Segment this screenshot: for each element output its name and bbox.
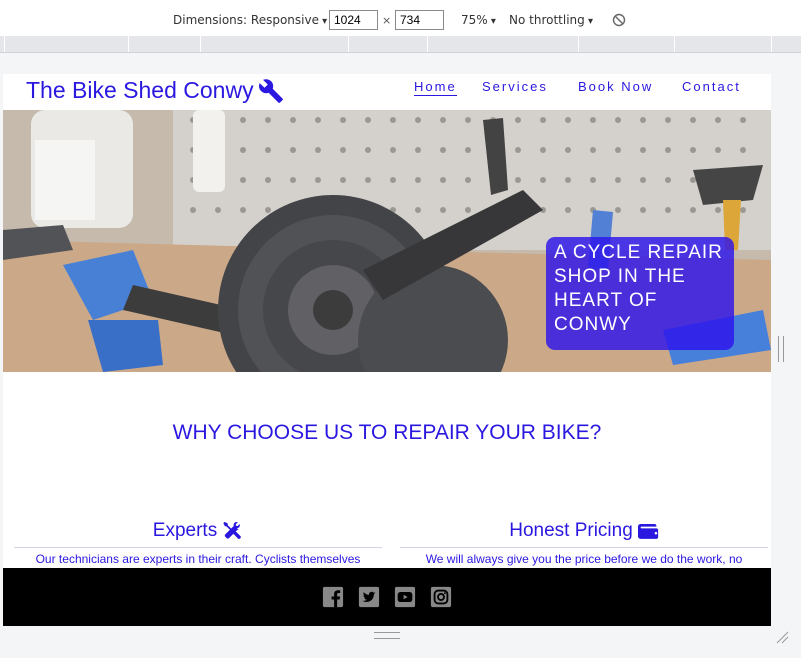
instagram-icon[interactable]	[430, 586, 452, 608]
why-heading: WHY CHOOSE US TO REPAIR YOUR BIKE?	[172, 421, 602, 444]
hero-tagline: A cycle repair shop in the heart of Conw…	[554, 242, 723, 335]
brand-name: The Bike Shed Conwy	[26, 77, 254, 103]
viewport-height-input[interactable]	[395, 10, 444, 30]
emulated-viewport: The Bike Shed Conwy Home Services Book N…	[3, 74, 771, 626]
twitter-icon[interactable]	[358, 586, 380, 608]
resize-corner-icon[interactable]	[775, 630, 789, 644]
throttling-dropdown[interactable]: No throttling	[509, 13, 593, 27]
feature-experts: Experts Our technicians are experts in t…	[14, 520, 382, 566]
zoom-dropdown[interactable]: 75%	[461, 13, 496, 27]
nav-book-now[interactable]: Book Now	[578, 79, 653, 94]
brand-logo[interactable]: The Bike Shed Conwy	[26, 77, 284, 104]
tools-icon	[223, 521, 242, 539]
feature-title-text: Honest Pricing	[509, 520, 633, 541]
hero-tagline-box: A cycle repair shop in the heart of Conw…	[546, 237, 734, 350]
feature-title: Experts	[14, 520, 382, 542]
youtube-icon[interactable]	[394, 586, 416, 608]
dimensions-dropdown[interactable]: Dimensions: Responsive	[173, 13, 327, 27]
devtools-device-toolbar: Dimensions: Responsive × 75% No throttli…	[0, 0, 801, 37]
media-query-ruler[interactable]	[0, 36, 801, 53]
feature-description: We will always give you the price before…	[425, 552, 743, 566]
site-header: The Bike Shed Conwy Home Services Book N…	[3, 74, 771, 110]
viewport-resize-handle-right[interactable]	[778, 336, 784, 362]
feature-title-text: Experts	[152, 520, 218, 541]
nav-home[interactable]: Home	[414, 79, 457, 96]
wrench-icon	[258, 78, 283, 103]
nav-contact[interactable]: Contact	[682, 79, 741, 94]
feature-divider	[14, 547, 382, 548]
site-footer	[3, 568, 771, 626]
nav-services[interactable]: Services	[482, 79, 548, 94]
wallet-icon	[637, 524, 658, 539]
viewport-width-input[interactable]	[329, 10, 378, 30]
hero-section: A cycle repair shop in the heart of Conw…	[3, 110, 771, 372]
feature-description: Our technicians are experts in their cra…	[35, 552, 361, 566]
dimension-separator: ×	[382, 14, 392, 27]
rotate-icon[interactable]	[612, 13, 626, 27]
feature-honest-pricing: Honest Pricing We will always give you t…	[400, 520, 768, 566]
viewport-resize-handle-bottom[interactable]	[374, 632, 400, 639]
feature-divider	[400, 547, 768, 548]
facebook-icon[interactable]	[322, 586, 344, 608]
feature-title: Honest Pricing	[400, 520, 768, 542]
